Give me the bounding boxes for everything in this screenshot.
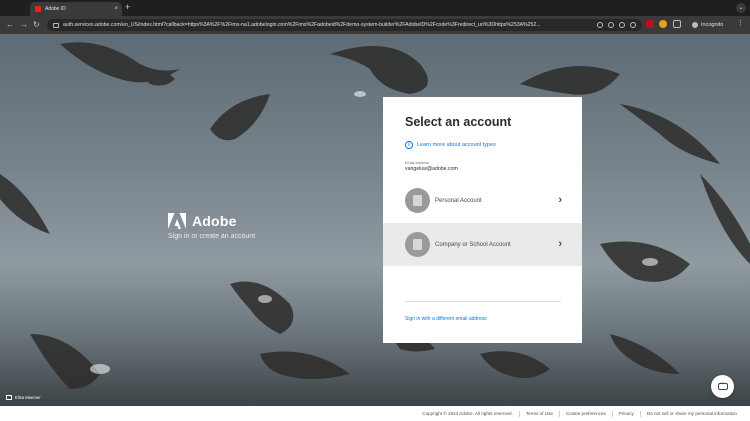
- chat-icon: [717, 380, 728, 390]
- divider: [405, 301, 561, 302]
- chevron-right-icon: ›: [558, 194, 562, 206]
- do-not-sell-link[interactable]: Do not sell or share my personal informa…: [647, 411, 737, 416]
- hero-background: [0, 34, 750, 406]
- eye-off-icon[interactable]: [608, 22, 614, 28]
- learn-more-link[interactable]: i Learn more about account types: [405, 141, 496, 149]
- copyright-text: Copyright © 2024 Adobe. All rights reser…: [422, 411, 513, 416]
- incognito-label: Incognito: [701, 22, 724, 28]
- tab-title: Adobe ID: [45, 6, 66, 12]
- photo-credit-name: Eliza Meemer: [15, 395, 41, 400]
- browser-toolbar: ← → ↻ auth.services.adobe.com/en_US/inde…: [0, 16, 750, 34]
- page-title: Select an account: [405, 115, 512, 129]
- browser-tab-bar: Adobe ID × + ⌄: [0, 0, 750, 16]
- email-value: vangeluw@adobe.com: [405, 166, 458, 172]
- browser-menu-button[interactable]: ⋮: [737, 20, 744, 28]
- chevron-right-icon: ›: [558, 238, 562, 250]
- divider: [611, 410, 613, 417]
- site-info-icon[interactable]: [53, 22, 59, 28]
- account-label: Personal Account: [435, 197, 482, 204]
- incognito-indicator[interactable]: Incognito: [692, 20, 723, 30]
- address-bar[interactable]: auth.services.adobe.com/en_US/index.html…: [47, 19, 642, 31]
- tab-search-button[interactable]: ⌄: [736, 3, 746, 13]
- reload-button[interactable]: ↻: [33, 20, 40, 29]
- new-tab-button[interactable]: +: [125, 3, 130, 12]
- seagulls-photo: [0, 42, 750, 389]
- camera-icon: [6, 395, 12, 400]
- privacy-link[interactable]: Privacy: [619, 411, 634, 416]
- divider: [639, 410, 641, 417]
- divider: [558, 410, 560, 417]
- forward-button[interactable]: →: [20, 20, 28, 29]
- brand-name: Adobe: [192, 213, 237, 229]
- terms-link[interactable]: Terms of Use: [526, 411, 553, 416]
- building-icon: [405, 232, 430, 257]
- account-select-card: Select an account i Learn more about acc…: [383, 97, 582, 343]
- side-panel-icon[interactable]: [673, 20, 681, 28]
- adobe-brand: Adobe Sign in or create an account: [168, 213, 255, 240]
- adobe-extension-icon[interactable]: [646, 20, 654, 28]
- browser-tab[interactable]: Adobe ID ×: [30, 2, 122, 16]
- cookie-preferences-link[interactable]: Cookie preferences: [566, 411, 606, 416]
- back-button[interactable]: ←: [6, 20, 14, 29]
- chat-button[interactable]: [711, 375, 734, 398]
- building-icon: [405, 188, 430, 213]
- share-icon[interactable]: [619, 22, 625, 28]
- personal-account-option[interactable]: Personal Account ›: [383, 179, 582, 222]
- adobe-favicon-icon: [35, 6, 41, 12]
- company-account-option[interactable]: Company or School Account ›: [383, 223, 582, 266]
- adobe-logo-icon: [168, 213, 186, 229]
- different-email-link[interactable]: Sign in with a different email address: [405, 316, 487, 322]
- url-text[interactable]: auth.services.adobe.com/en_US/index.html…: [63, 22, 597, 28]
- bookmark-star-icon[interactable]: [630, 22, 636, 28]
- incognito-icon: [692, 22, 698, 28]
- brand-tagline: Sign in or create an account: [168, 233, 256, 240]
- password-key-icon[interactable]: [597, 22, 603, 28]
- learn-more-label[interactable]: Learn more about account types: [417, 142, 496, 148]
- account-label: Company or School Account: [435, 241, 511, 248]
- info-icon: i: [405, 141, 413, 149]
- tab-close-icon[interactable]: ×: [114, 6, 118, 12]
- extension-icon[interactable]: [659, 20, 667, 28]
- divider: [518, 410, 520, 417]
- photo-credit[interactable]: Eliza Meemer: [6, 395, 41, 400]
- email-label: Email address: [405, 161, 430, 165]
- page-footer: Copyright © 2024 Adobe. All rights reser…: [0, 406, 750, 421]
